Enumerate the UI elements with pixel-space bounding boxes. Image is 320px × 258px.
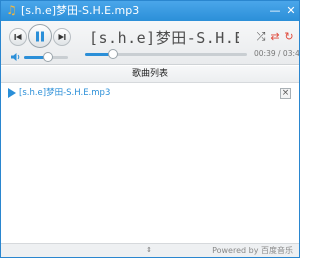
player-controls: [s.h.e]梦田-S.H.E.mp3 ⤮ ⇄ ↻ 00:39 / 03:49 (1, 21, 299, 65)
time-display: 00:39 / 03:49 (254, 49, 300, 59)
collapse-icon[interactable]: ⇕ (145, 246, 153, 254)
time-total: 03:49 (282, 49, 300, 58)
progress-knob[interactable] (107, 49, 118, 59)
previous-button[interactable] (9, 28, 27, 46)
shuffle-icon[interactable]: ⤮ (255, 31, 267, 43)
playing-icon (8, 88, 16, 98)
footer: ⇕ Powered by 百度音乐 (1, 243, 299, 257)
pause-button[interactable] (28, 24, 52, 48)
music-note-icon: ♫ (6, 3, 17, 17)
previous-icon (14, 34, 22, 40)
volume-knob[interactable] (43, 52, 54, 62)
window-title: [s.h.e]梦田-S.H.E.mp3 (21, 4, 140, 17)
time-elapsed: 00:39 (254, 49, 276, 58)
remove-track-button[interactable]: × (280, 88, 291, 99)
list-item[interactable]: [s.h.e]梦田-S.H.E.mp3 × (1, 85, 299, 101)
next-icon (58, 34, 66, 40)
time-separator: / (275, 49, 283, 58)
playlist: [s.h.e]梦田-S.H.E.mp3 × (1, 83, 299, 243)
title-bar[interactable]: ♫ [s.h.e]梦田-S.H.E.mp3 — ✕ (1, 1, 299, 21)
now-playing-lyric: [s.h.e]梦田-S.H.E.mp3 (89, 29, 239, 47)
next-button[interactable] (53, 28, 71, 46)
minimize-icon[interactable]: — (268, 3, 282, 18)
track-title[interactable]: [s.h.e]梦田-S.H.E.mp3 (19, 87, 110, 99)
pause-icon (36, 31, 44, 41)
repeat-icon[interactable]: ↻ (283, 31, 295, 43)
playlist-header: 歌曲列表 (1, 66, 299, 83)
powered-by: Powered by 百度音乐 (212, 246, 293, 255)
loop-icon[interactable]: ⇄ (269, 31, 281, 43)
player-window: ♫ [s.h.e]梦田-S.H.E.mp3 — ✕ [s.h.e]梦田-S.H.… (0, 0, 300, 258)
close-icon[interactable]: ✕ (284, 3, 298, 18)
speaker-icon[interactable] (11, 52, 21, 62)
